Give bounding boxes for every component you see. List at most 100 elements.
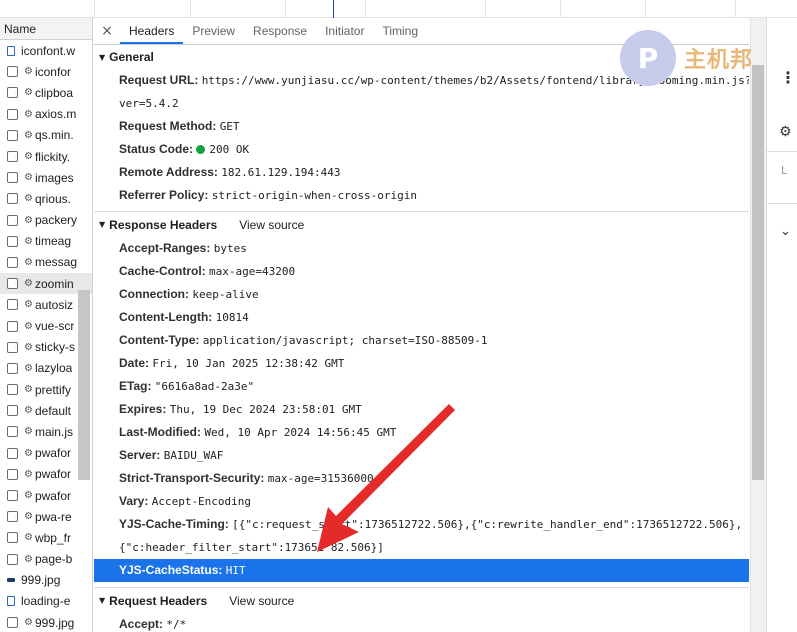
referrer-policy-value: strict-origin-when-cross-origin: [211, 189, 418, 202]
header-key: Accept:: [119, 617, 164, 631]
request-name: loading-e: [21, 594, 71, 609]
file-checkbox-icon[interactable]: [7, 384, 18, 396]
tab-timing[interactable]: Timing: [373, 18, 427, 44]
tab-initiator[interactable]: Initiator: [316, 18, 373, 44]
request-row[interactable]: ⚙ qrious.: [0, 188, 92, 209]
header-key: Content-Type:: [119, 333, 200, 347]
truncated-letter: L: [781, 164, 788, 177]
request-row[interactable]: ⚙ pwafor: [0, 485, 92, 506]
request-row[interactable]: ⚙ packery: [0, 210, 92, 231]
request-name: packery: [34, 213, 77, 228]
file-checkbox-icon[interactable]: [7, 468, 18, 480]
request-row[interactable]: ⚙ axios.m: [0, 104, 92, 125]
file-checkbox-icon[interactable]: [7, 405, 18, 417]
file-checkbox-icon[interactable]: [7, 362, 18, 374]
file-checkbox-icon[interactable]: [7, 490, 18, 502]
request-name: default: [34, 403, 71, 418]
waterfall-strip: [0, 0, 797, 18]
request-row[interactable]: iconfont.w: [0, 40, 92, 61]
file-checkbox-icon[interactable]: [7, 278, 18, 290]
header-value: "6616a8ad-2a3e": [154, 380, 255, 393]
chevron-down-icon[interactable]: ⌄: [780, 224, 791, 239]
file-checkbox-icon[interactable]: [7, 172, 18, 184]
request-url-key: Request URL:: [119, 73, 199, 87]
status-code-value: 200 OK: [209, 143, 250, 156]
yjs-cachestatus-row[interactable]: YJS-CacheStatus: HIT: [94, 559, 749, 582]
header-key: Cache-Control:: [119, 264, 206, 278]
script-gear-icon: ⚙: [24, 66, 33, 78]
request-row[interactable]: ⚙ pwa-re: [0, 506, 92, 527]
tab-preview[interactable]: Preview: [183, 18, 244, 44]
request-row[interactable]: ⚙ timeag: [0, 231, 92, 252]
file-checkbox-icon[interactable]: [7, 553, 18, 565]
header-row: Expires: Thu, 19 Dec 2024 23:58:01 GMT: [94, 398, 749, 421]
file-checkbox-icon[interactable]: [7, 214, 18, 226]
request-name: clipboa: [34, 85, 73, 100]
script-gear-icon: ⚙: [24, 151, 33, 163]
request-row[interactable]: 999.jpg: [0, 570, 92, 591]
file-checkbox-icon[interactable]: [7, 129, 18, 141]
script-gear-icon: ⚙: [24, 193, 33, 205]
request-row[interactable]: ⚙ wbp_fr: [0, 527, 92, 548]
file-checkbox-icon[interactable]: [7, 108, 18, 120]
file-checkbox-icon[interactable]: [7, 511, 18, 523]
response-headers-section-header[interactable]: ▼ Response Headers View source: [94, 212, 749, 237]
header-key: Expires:: [119, 402, 167, 416]
request-row[interactable]: ⚙ 999.jpg: [0, 612, 92, 632]
script-gear-icon: ⚙: [24, 553, 33, 565]
file-checkbox-icon[interactable]: [7, 320, 18, 332]
general-title: General: [109, 50, 154, 64]
file-checkbox-icon[interactable]: [7, 447, 18, 459]
header-row: Server: BAIDU_WAF: [94, 444, 749, 467]
file-checkbox-icon[interactable]: [7, 341, 18, 353]
request-name: pwafor: [34, 446, 71, 461]
request-row[interactable]: ⚙ clipboa: [0, 82, 92, 103]
details-scrollbar-thumb[interactable]: [752, 65, 764, 480]
script-gear-icon: ⚙: [24, 108, 33, 120]
file-checkbox-icon[interactable]: [7, 151, 18, 163]
file-checkbox-icon[interactable]: [7, 617, 18, 629]
request-view-source-link[interactable]: View source: [229, 594, 294, 608]
header-value: Fri, 10 Jan 2025 12:38:42 GMT: [152, 357, 345, 370]
close-details-icon[interactable]: ×: [94, 18, 120, 44]
header-value: 10814: [215, 311, 249, 324]
header-value: */*: [166, 618, 187, 631]
request-row[interactable]: ⚙ iconfor: [0, 61, 92, 82]
request-row[interactable]: ⚙ flickity.: [0, 146, 92, 167]
request-list-scrollbar[interactable]: [78, 290, 90, 480]
request-row[interactable]: loading-e: [0, 591, 92, 612]
file-checkbox-icon[interactable]: [7, 299, 18, 311]
response-view-source-link[interactable]: View source: [239, 218, 304, 232]
more-vert-icon[interactable]: ⋮: [780, 70, 796, 86]
tab-headers[interactable]: Headers: [120, 18, 184, 44]
request-row[interactable]: ⚙ page-b: [0, 549, 92, 570]
request-row[interactable]: ⚙ messag: [0, 252, 92, 273]
request-row[interactable]: ⚙ qs.min.: [0, 125, 92, 146]
file-checkbox-icon[interactable]: [7, 87, 18, 99]
header-key: Vary:: [119, 494, 149, 508]
file-checkbox-icon[interactable]: [7, 66, 18, 78]
remote-address-row: Remote Address: 182.61.129.194:443: [94, 161, 749, 184]
header-value: Wed, 10 Apr 2024 14:56:45 GMT: [204, 426, 397, 439]
file-checkbox-icon[interactable]: [7, 256, 18, 268]
request-name: vue-scr: [34, 319, 75, 334]
script-gear-icon: ⚙: [24, 278, 33, 290]
tab-response[interactable]: Response: [244, 18, 316, 44]
sliders-icon[interactable]: ⚙: [779, 124, 792, 140]
name-column-header[interactable]: Name: [0, 18, 92, 40]
request-headers-title: Request Headers: [109, 593, 208, 608]
script-gear-icon: ⚙: [24, 299, 33, 311]
request-name: wbp_fr: [34, 530, 71, 545]
request-row[interactable]: ⚙ images: [0, 167, 92, 188]
document-file-icon: [7, 45, 15, 56]
request-details: × Headers Preview Response Initiator Tim…: [94, 18, 749, 632]
request-name: 999.jpg: [34, 615, 75, 630]
file-checkbox-icon[interactable]: [7, 426, 18, 438]
header-row: Date: Fri, 10 Jan 2025 12:38:42 GMT: [94, 352, 749, 375]
referrer-policy-row: Referrer Policy: strict-origin-when-cros…: [94, 184, 749, 207]
yjs-cachestatus-value: HIT: [225, 564, 246, 577]
file-checkbox-icon[interactable]: [7, 193, 18, 205]
request-headers-section-header[interactable]: ▼ Request Headers View source: [94, 588, 749, 613]
file-checkbox-icon[interactable]: [7, 235, 18, 247]
file-checkbox-icon[interactable]: [7, 532, 18, 544]
